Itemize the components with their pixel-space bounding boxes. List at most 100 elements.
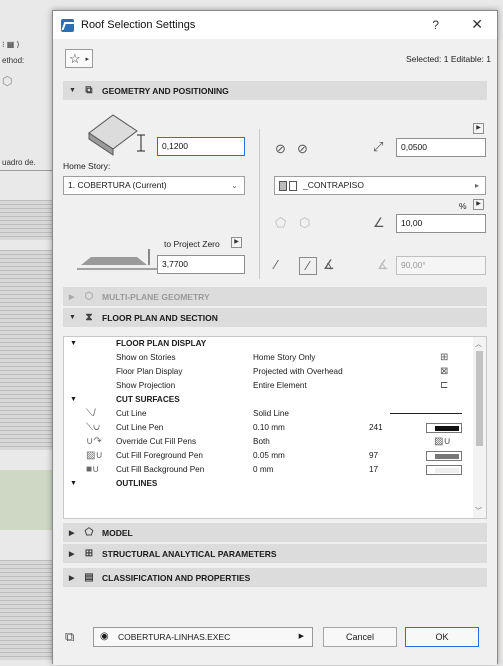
scrollbar-thumb[interactable] (476, 351, 483, 446)
row-cut-fill-foreground-pen[interactable]: ▨∪ Cut Fill Foreground Pen 0.05 mm 97 (64, 449, 474, 463)
expand-triangle-icon: ▼ (70, 340, 77, 347)
dialog-title: Roof Selection Settings (81, 19, 196, 31)
pen-number: 241 (369, 423, 383, 432)
group-floor-plan-display[interactable]: ▼ FLOOR PLAN DISPLAY (64, 337, 474, 351)
pen-color-swatch[interactable] (426, 423, 462, 433)
help-button[interactable]: ? (432, 18, 439, 32)
row-value: 0.10 mm (253, 423, 285, 432)
row-cut-fill-background-pen[interactable]: ■∪ Cut Fill Background Pen 0 mm 17 (64, 463, 474, 477)
favorite-select[interactable]: ◉ COBERTURA-LINHAS.EXEC ▶ (93, 627, 313, 647)
reference-level-button[interactable]: ▶ (231, 237, 242, 248)
floorplan-section-icon: ⧗ (85, 311, 93, 323)
section-structural-title: STRUCTURAL ANALYTICAL PARAMETERS (102, 548, 277, 559)
home-story-select[interactable]: 1. COBERTURA (Current) ⌄ (63, 176, 245, 195)
favorites-button[interactable]: ☆ ▸ (65, 49, 93, 68)
row-label: Override Cut Fill Pens (116, 437, 197, 446)
row-label: Show Projection (116, 381, 176, 390)
row-override-cut-fill-pens[interactable]: ∪↷ Override Cut Fill Pens Both ▨∪ (64, 435, 474, 449)
roof-thickness-diagram-icon (88, 114, 145, 156)
expand-triangle-icon: ▼ (69, 87, 76, 94)
building-material-select[interactable]: _CONTRAPISO ▸ (274, 176, 486, 195)
pitch-angle-icon: ∠ (373, 215, 385, 230)
fill-override-icon: ▨∪ (434, 436, 451, 447)
thickness-input[interactable]: 0,1200 (157, 137, 245, 156)
bg-plan-green (0, 470, 52, 530)
collapse-triangle-icon: ▶ (69, 550, 75, 558)
archicad-app-icon (61, 18, 74, 32)
expand-triangle-icon: ▼ (69, 314, 76, 321)
row-value: Entire Element (253, 381, 307, 390)
percent-label: % (459, 201, 467, 211)
elevation-input[interactable]: 3,7700 (157, 255, 245, 274)
edge-options-button[interactable]: ▶ (473, 123, 484, 134)
edge-trim-custom-icon[interactable]: ∡ (323, 257, 335, 273)
edge-offset-icon: ⤢ (373, 139, 384, 154)
edge-offset-input[interactable]: 0,0500 (396, 138, 486, 157)
vertical-divider (259, 129, 260, 279)
edge-trim-perpendicular-icon[interactable]: ⁄ (299, 257, 317, 275)
collapse-triangle-icon: ▶ (69, 529, 75, 537)
chevron-down-icon: ⌄ (231, 181, 238, 190)
row-label: Cut Fill Foreground Pen (116, 451, 203, 460)
row-floor-plan-display[interactable]: Floor Plan Display Projected with Overhe… (64, 365, 474, 379)
dialog-toolbar: ☆ ▸ Selected: 1 Editable: 1 (53, 41, 497, 71)
section-multiplane-header: ▶ ⬡ MULTI-PLANE GEOMETRY (63, 287, 487, 306)
angle-icon: ∡ (377, 257, 389, 272)
bg-divider (0, 170, 52, 171)
row-label: Show on Stories (116, 353, 176, 362)
bg-plan-hatch (0, 250, 52, 450)
close-button[interactable]: ✕ (471, 16, 483, 33)
group-label: CUT SURFACES (116, 395, 180, 404)
pen-color-swatch[interactable] (426, 465, 462, 475)
display-icon: ⊠ (440, 366, 449, 377)
group-outlines[interactable]: ▼ OUTLINES (64, 477, 474, 491)
line-type-preview (390, 413, 462, 414)
collapse-triangle-icon: ▶ (69, 574, 75, 582)
table-scrollbar[interactable]: ︿ ﹀ (473, 337, 486, 518)
roof-plane-icon: ⬠ (275, 215, 287, 230)
row-label: Cut Line (116, 409, 147, 418)
row-value: Solid Line (253, 409, 289, 418)
section-model-header[interactable]: ▶ ⬠ MODEL (63, 523, 487, 542)
foreground-pen-icon: ▨∪ (86, 450, 103, 461)
section-model-title: MODEL (102, 527, 133, 538)
classification-icon: ▤ (84, 571, 94, 583)
roof-edge-perpendicular-icon[interactable]: ⊘ (297, 141, 308, 157)
cancel-button[interactable]: Cancel (323, 627, 397, 647)
background-pen-icon: ■∪ (86, 464, 100, 475)
edge-trim-vertical-icon[interactable]: ⁄ (275, 257, 277, 273)
group-label: FLOOR PLAN DISPLAY (116, 339, 207, 348)
bg-label-quadro: uadro de. (2, 158, 36, 167)
bg-plan-lower (0, 560, 52, 660)
chevron-right-icon: ▶ (298, 633, 304, 640)
bg-shape-icon: ⬡ (2, 74, 13, 88)
material-surface-icon (289, 180, 297, 191)
cut-line-pen-icon: ⟍∪ (86, 422, 100, 433)
row-cut-line-pen[interactable]: ⟍∪ Cut Line Pen 0.10 mm 241 (64, 421, 474, 435)
star-icon: ☆ (69, 51, 81, 66)
ok-button[interactable]: OK (405, 627, 479, 647)
row-show-projection[interactable]: Show Projection Entire Element ⊏ (64, 379, 474, 393)
angle-input: 90,00° (396, 256, 486, 275)
scroll-down-icon[interactable]: ﹀ (475, 506, 482, 516)
title-bar: Roof Selection Settings ? ✕ (53, 11, 497, 39)
row-show-on-stories[interactable]: Show on Stories Home Story Only ⊞ (64, 351, 474, 365)
section-floorplan-header[interactable]: ▼ ⧗ FLOOR PLAN AND SECTION (63, 308, 487, 327)
scroll-up-icon[interactable]: ︿ (475, 339, 482, 349)
section-geometry-header[interactable]: ▼ ⧉ GEOMETRY AND POSITIONING (63, 81, 487, 100)
row-cut-line[interactable]: ⟍/ Cut Line Solid Line (64, 407, 474, 421)
pen-color-swatch[interactable] (426, 451, 462, 461)
pitch-unit-button[interactable]: ▶ (473, 199, 484, 210)
roof-shape-icon: ⬡ (299, 215, 311, 230)
material-swatch-icon (279, 180, 287, 191)
chevron-right-icon: ▸ (474, 181, 479, 190)
pitch-input[interactable]: 10,00 (396, 214, 486, 233)
group-cut-surfaces[interactable]: ▼ CUT SURFACES (64, 393, 474, 407)
eye-icon: ◉ (100, 631, 109, 642)
favorite-value: COBERTURA-LINHAS.EXEC (118, 632, 231, 642)
section-classification-header[interactable]: ▶ ▤ CLASSIFICATION AND PROPERTIES (63, 568, 487, 587)
roof-edge-vertical-icon[interactable]: ⊘ (275, 141, 286, 157)
section-structural-header[interactable]: ▶ ⊞ STRUCTURAL ANALYTICAL PARAMETERS (63, 544, 487, 563)
geometry-icon: ⧉ (85, 84, 93, 96)
row-value: 0 mm (253, 465, 274, 474)
